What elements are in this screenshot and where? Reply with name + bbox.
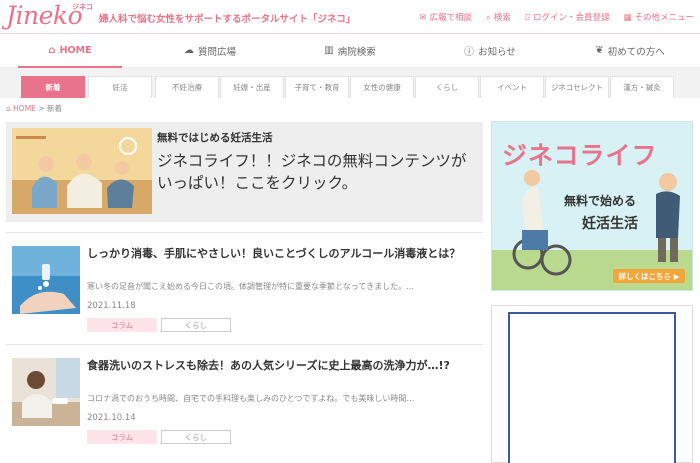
nav-questions[interactable]: ☁ 質問広場 — [140, 34, 280, 67]
envelope-icon: ✉ — [419, 13, 427, 23]
toplink-consult[interactable]: ✉ 広報で相談 — [419, 11, 472, 23]
article-excerpt: 寒い冬の足音が聞こえ始める今日この頃。体調管理が特に重要な季節となってきました。… — [87, 282, 415, 291]
site-tagline: 婦人科で悩む女性をサポートするポータルサイト「ジネコ」 — [99, 14, 356, 25]
article-title[interactable]: 食器洗いのストレスも除去！あの人気シリーズに史上最高の洗浄力が…!? — [87, 357, 479, 374]
ad-subtitle: 無料で始める — [564, 194, 637, 208]
top-links: ✉ 広報で相談 ⌕ 検索 ⍈ ログイン・会員登録 ▦ その他メニュー — [419, 11, 694, 23]
nav-first-time[interactable]: ❦ 初めての方へ — [560, 34, 700, 67]
tab-fertility-treatment[interactable]: 不妊治療 — [155, 76, 219, 98]
tag-living[interactable]: くらし — [161, 318, 231, 332]
main-nav: ⌂ HOME ☁ 質問広場 ▥ 病院検索 ⓘ お知らせ ❦ 初めての方へ — [0, 34, 700, 68]
hospital-icon: ▥ — [324, 45, 334, 56]
article-card[interactable]: しっかり消毒、手肌にやさしい！良いことづくしのアルコール消毒液とは？ 寒い冬の足… — [6, 232, 483, 344]
site-logo[interactable]: Jineko — [6, 1, 83, 31]
home-icon: ⌂ — [48, 45, 56, 56]
feature-banner[interactable]: 無料ではじめる妊活生活 ジネコライフ！！ジネコの無料コンテンツがいっぱい！ここを… — [6, 122, 483, 222]
article-card[interactable]: 食器洗いのストレスも除去！あの人気シリーズに史上最高の洗浄力が…!? コロナ渦で… — [6, 344, 483, 456]
toplink-search[interactable]: ⌕ 検索 — [486, 11, 511, 23]
tag-column[interactable]: コラム — [87, 318, 157, 332]
grid-icon: ▦ — [623, 13, 632, 23]
breadcrumb-separator: > — [38, 104, 45, 113]
tab-parenting[interactable]: 子育て・教育 — [285, 76, 349, 98]
tab-kampo[interactable]: 漢方・鍼灸 — [610, 76, 674, 98]
article-thumbnail[interactable] — [12, 246, 80, 314]
article-title[interactable]: しっかり消毒、手肌にやさしい！良いことづくしのアルコール消毒液とは？ — [87, 245, 479, 262]
home-icon: ⌂ — [6, 104, 11, 113]
article-excerpt: コロナ渦でのおうち時間、自宅での手料理も楽しみのひとつですよね。でも美味しい時間… — [87, 394, 415, 403]
tag-living[interactable]: くらし — [161, 430, 231, 444]
info-icon: ⓘ — [464, 47, 475, 58]
leaf-icon: ❦ — [595, 45, 604, 56]
toplink-login[interactable]: ⍈ ログイン・会員登録 — [525, 11, 610, 23]
ad-details-button[interactable]: 詳しくはこちら ▶ — [613, 269, 685, 283]
tab-events[interactable]: イベント — [480, 76, 544, 98]
tab-jineko-select[interactable]: ジネコセレクト — [545, 76, 609, 98]
sidebar-ad-banner[interactable]: ジネコライフ 無料で始める 妊活生活 詳しくはこちら ▶ — [491, 121, 693, 291]
article-date: 2021.10.14 — [87, 413, 136, 423]
site-logo-sub: ジネコ — [72, 3, 93, 11]
site-header: Jineko ジネコ 婦人科で悩む女性をサポートするポータルサイト「ジネコ」 ✉… — [0, 0, 700, 34]
search-icon: ⌕ — [486, 13, 491, 23]
sidebar-ad-slot — [491, 305, 693, 463]
nav-hospital-search[interactable]: ▥ 病院検索 — [280, 34, 420, 67]
tab-pregnancy[interactable]: 妊娠・出産 — [220, 76, 284, 98]
feature-title[interactable]: ジネコライフ！！ジネコの無料コンテンツがいっぱい！ここをクリック。 — [157, 150, 475, 194]
article-thumbnail[interactable] — [12, 358, 80, 426]
chat-icon: ☁ — [183, 45, 194, 56]
breadcrumb-current: 新着 — [47, 104, 62, 113]
breadcrumb: ⌂ HOME > 新着 — [6, 103, 62, 114]
nav-news[interactable]: ⓘ お知らせ — [420, 34, 560, 67]
breadcrumb-home[interactable]: HOME — [13, 104, 36, 113]
tab-womens-health[interactable]: 女性の健康 — [350, 76, 414, 98]
sidebar-ad-frame[interactable] — [508, 312, 676, 463]
ad-title: ジネコライフ — [502, 141, 658, 170]
article-date: 2021.11.18 — [87, 301, 136, 311]
tab-ninkatsu[interactable]: 妊活 — [88, 76, 152, 98]
feature-illustration — [12, 128, 152, 214]
nav-home[interactable]: ⌂ HOME — [0, 34, 140, 68]
tag-column[interactable]: コラム — [87, 430, 157, 444]
ad-subtitle-2: 妊活生活 — [582, 216, 638, 232]
feature-kicker: 無料ではじめる妊活生活 — [157, 132, 273, 144]
category-tabs: 新着 妊活 不妊治療 妊娠・出産 子育て・教育 女性の健康 くらし イベント ジ… — [0, 68, 700, 98]
tab-living[interactable]: くらし — [415, 76, 479, 98]
tab-new[interactable]: 新着 — [21, 76, 85, 98]
login-icon: ⍈ — [524, 13, 530, 23]
toplink-menu[interactable]: ▦ その他メニュー — [623, 11, 694, 23]
